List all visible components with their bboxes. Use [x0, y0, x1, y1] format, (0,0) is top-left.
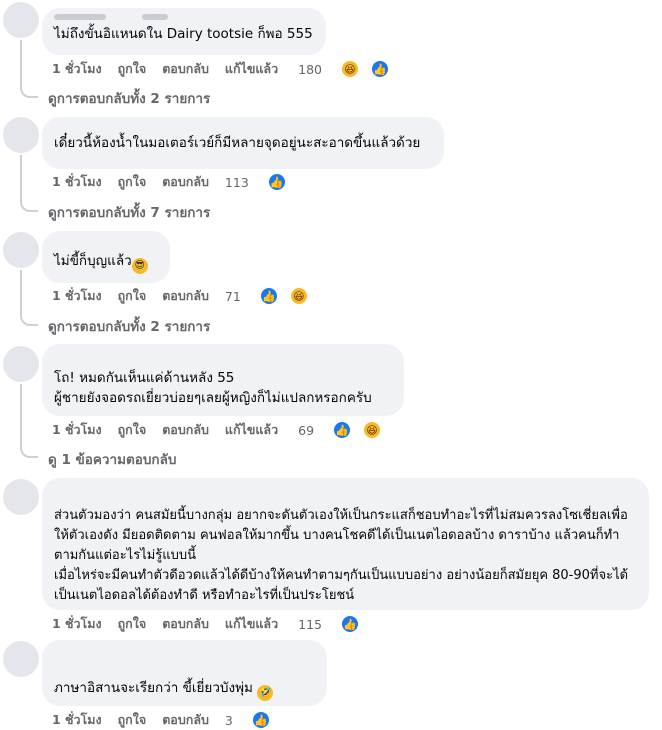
- comment-bubble: ภาษาอิสานจะเรียกว่า ขี้เยี่ยวบังพุ่ม 🤣: [42, 640, 327, 706]
- haha-icon: 😆: [340, 60, 359, 78]
- avatar[interactable]: [3, 2, 39, 38]
- comment-bubble: ไม่ขี้ก็บุญแล้ว 😎: [42, 231, 170, 283]
- comment-actions: 1 ชั่วโมง ถูกใจ ตอบกลับ แก้ไขแล้ว 115 👍: [52, 614, 407, 634]
- like-button[interactable]: ถูกใจ: [118, 710, 147, 730]
- avatar[interactable]: [3, 346, 39, 382]
- like-button[interactable]: ถูกใจ: [118, 614, 147, 634]
- thread-curve: [20, 198, 38, 212]
- avatar[interactable]: [3, 117, 39, 153]
- like-button[interactable]: ถูกใจ: [118, 172, 147, 192]
- reaction-count: 113: [224, 174, 249, 190]
- comment-time[interactable]: 1 ชั่วโมง: [52, 172, 102, 192]
- comment-text: ไม่ถึงขั้นอิแหนดใน Dairy tootsie ก็พอ 55…: [54, 26, 313, 42]
- avatar[interactable]: [3, 232, 39, 268]
- comment-time[interactable]: 1 ชั่วโมง: [52, 59, 102, 79]
- commenter-name-redacted[interactable]: [54, 14, 168, 24]
- comment-bubble: โถ! หมดกันเห็นแค่ด้านหลัง 55 ผู้ชายยังจอ…: [42, 344, 404, 416]
- edited-label[interactable]: แก้ไขแล้ว: [225, 59, 278, 79]
- reaction-summary[interactable]: 180 😆 👍: [298, 60, 421, 78]
- comment-text: โถ! หมดกันเห็นแค่ด้านหลัง 55 ผู้ชายยังจอ…: [54, 370, 372, 406]
- reaction-count: 69: [298, 422, 315, 438]
- haha-icon: 😆: [363, 421, 382, 439]
- like-icon: 👍: [251, 711, 270, 729]
- view-replies-link[interactable]: ดูการตอบกลับทั้ง 2 รายการ: [48, 87, 210, 109]
- avatar[interactable]: [3, 641, 39, 677]
- reply-button[interactable]: ตอบกลับ: [162, 614, 209, 634]
- edited-label[interactable]: แก้ไขแล้ว: [225, 614, 278, 634]
- comment-time[interactable]: 1 ชั่วโมง: [52, 710, 102, 730]
- comment-actions: 1 ชั่วโมง ถูกใจ ตอบกลับ 113 👍: [52, 172, 334, 192]
- reply-button[interactable]: ตอบกลับ: [162, 710, 209, 730]
- reply-button[interactable]: ตอบกลับ: [162, 59, 209, 79]
- comment-actions: 1 ชั่วโมง ถูกใจ ตอบกลับ 3 👍: [52, 710, 318, 730]
- comment-bubble: ไม่ถึงขั้นอิแหนดใน Dairy tootsie ก็พอ 55…: [42, 8, 326, 55]
- view-replies-link[interactable]: ดูการตอบกลับทั้ง 2 รายการ: [48, 315, 210, 337]
- reaction-summary[interactable]: 71 👍 😆: [225, 287, 340, 305]
- reaction-count: 115: [298, 616, 322, 632]
- view-replies-link[interactable]: ดู 1 ข้อความตอบกลับ: [48, 448, 176, 470]
- thread-curve: [20, 312, 38, 326]
- thread-line: [20, 155, 22, 198]
- thread-line: [20, 270, 22, 312]
- comment-actions: 1 ชั่วโมง ถูกใจ ตอบกลับ แก้ไขแล้ว 69 👍 😆: [52, 420, 429, 440]
- like-button[interactable]: ถูกใจ: [118, 286, 147, 306]
- like-icon: 👍: [333, 421, 352, 439]
- reaction-count: 3: [224, 712, 233, 728]
- haha-icon: 😆: [289, 287, 308, 305]
- reaction-summary[interactable]: 3 👍: [225, 711, 302, 729]
- comment-bubble: ส่วนตัวมองว่า คนสมัยนี้บางกลุ่ม อยากจะดั…: [42, 478, 649, 610]
- edited-label[interactable]: แก้ไขแล้ว: [225, 420, 278, 440]
- reaction-summary[interactable]: 115 👍: [298, 615, 391, 633]
- thread-line: [20, 40, 22, 84]
- comment-bubble: เดี๋ยวนี้ห้องน้ำในมอเตอร์เวย์ก็มีหลายจุด…: [42, 117, 444, 169]
- reaction-summary[interactable]: 69 👍 😆: [298, 421, 413, 439]
- like-icon: 👍: [370, 60, 389, 78]
- comment-actions: 1 ชั่วโมง ถูกใจ ตอบกลับ 71 👍 😆: [52, 286, 356, 306]
- reply-button[interactable]: ตอบกลับ: [162, 172, 209, 192]
- thread-curve: [20, 84, 38, 98]
- reaction-count: 71: [224, 288, 241, 304]
- reply-button[interactable]: ตอบกลับ: [162, 286, 209, 306]
- thread-line: [20, 384, 22, 444]
- reply-button[interactable]: ตอบกลับ: [162, 420, 209, 440]
- thread-curve: [20, 444, 38, 458]
- comment-actions: 1 ชั่วโมง ถูกใจ ตอบกลับ แก้ไขแล้ว 180 😆 …: [52, 59, 437, 79]
- comment-time[interactable]: 1 ชั่วโมง: [52, 286, 102, 306]
- comment-text: ไม่ขี้ก็บุญแล้ว: [54, 253, 132, 269]
- like-button[interactable]: ถูกใจ: [118, 59, 147, 79]
- comment-time[interactable]: 1 ชั่วโมง: [52, 420, 102, 440]
- reaction-summary[interactable]: 113 👍: [225, 173, 318, 191]
- like-icon: 👍: [259, 287, 278, 305]
- like-button[interactable]: ถูกใจ: [118, 420, 147, 440]
- sunglasses-emoji: 😎: [131, 258, 148, 274]
- comment-text: ส่วนตัวมองว่า คนสมัยนี้บางกลุ่ม อยากจะดั…: [54, 508, 629, 603]
- comment-text: เดี๋ยวนี้ห้องน้ำในมอเตอร์เวย์ก็มีหลายจุด…: [54, 135, 421, 151]
- comment-time[interactable]: 1 ชั่วโมง: [52, 614, 102, 634]
- like-icon: 👍: [340, 615, 359, 633]
- reaction-count: 180: [298, 61, 322, 77]
- like-icon: 👍: [267, 173, 286, 191]
- avatar[interactable]: [3, 479, 39, 515]
- rofl-emoji: 🤣: [257, 685, 274, 701]
- comment-text: ภาษาอิสานจะเรียกว่า ขี้เยี่ยวบังพุ่ม: [54, 680, 253, 696]
- view-replies-link[interactable]: ดูการตอบกลับทั้ง 7 รายการ: [48, 201, 210, 223]
